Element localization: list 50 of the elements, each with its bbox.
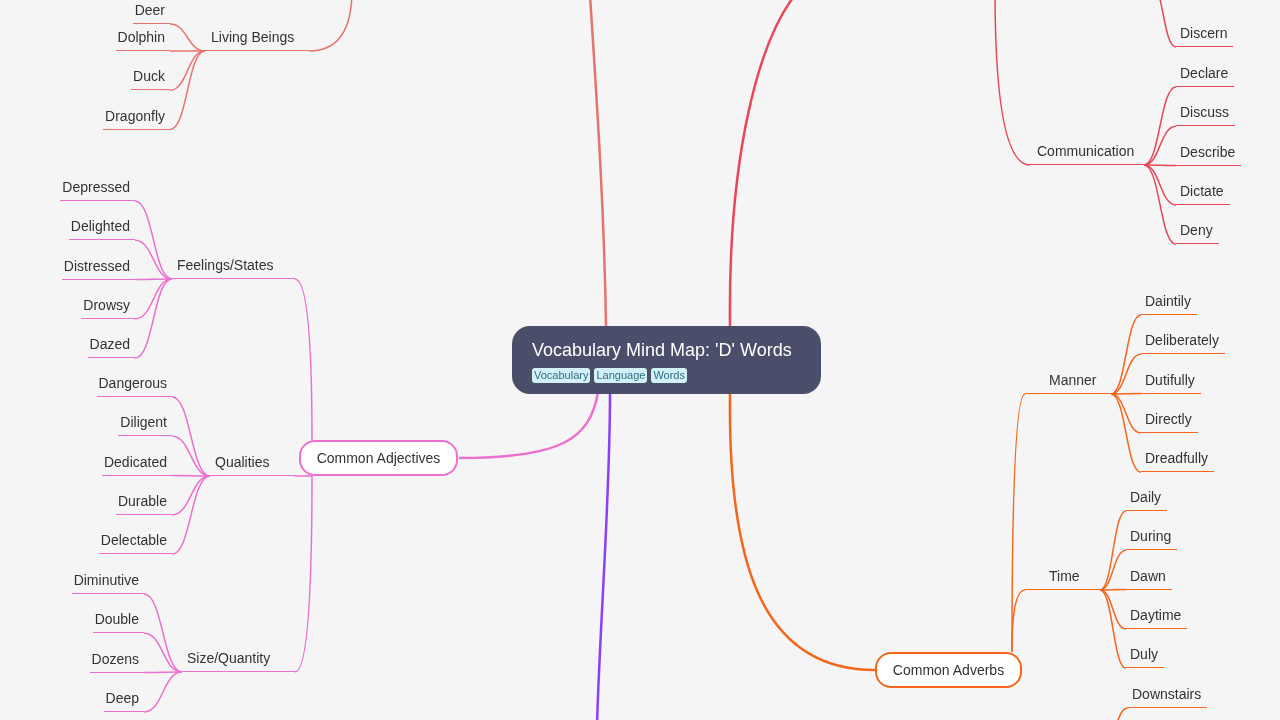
map-title: Vocabulary Mind Map: 'D' Words — [532, 338, 792, 362]
tag-label: Language — [594, 367, 648, 383]
leaf-topic[interactable]: Daily — [1126, 487, 1168, 511]
leaf-topic[interactable]: Diligent — [118, 412, 172, 437]
subtopic-label[interactable]: Manner — [1025, 370, 1111, 394]
subtopic-label[interactable]: Qualities — [210, 452, 295, 476]
leaf-topic[interactable]: Duly — [1126, 644, 1164, 669]
leaf-topic[interactable]: Distressed — [61, 255, 135, 280]
subtopic-label[interactable]: Communication — [1030, 141, 1144, 165]
leaf-topic[interactable]: Diminutive — [71, 570, 144, 594]
leaf-topic[interactable]: Discuss — [1176, 102, 1235, 127]
subtopic-label[interactable]: Time — [1025, 566, 1100, 590]
leaf-topic[interactable]: Dedicated — [101, 451, 172, 476]
leaf-topic[interactable]: Daintily — [1141, 291, 1197, 315]
leaf-topic[interactable]: Deep — [103, 687, 144, 712]
subtopic-label[interactable]: Living Beings — [205, 27, 309, 51]
leaf-topic[interactable]: Deny — [1176, 220, 1219, 245]
leaf-topic[interactable]: Delighted — [68, 216, 135, 241]
leaf-topic[interactable]: Double — [92, 609, 144, 634]
branch-topic[interactable]: Common Adverbs — [875, 652, 1022, 688]
leaf-topic[interactable]: Describe — [1176, 141, 1242, 166]
leaf-topic[interactable]: Daytime — [1126, 604, 1188, 629]
central-node[interactable]: Vocabulary Mind Map: 'D' Words Vocabulary Language Words — [512, 326, 821, 394]
leaf-topic[interactable]: Dazed — [87, 334, 135, 359]
leaf-topic[interactable]: Depressed — [60, 177, 135, 201]
leaf-topic[interactable]: Dragonfly — [103, 105, 170, 130]
leaf-topic[interactable]: Dreadfully — [1141, 448, 1215, 473]
branch-topic[interactable]: Common Adjectives — [299, 440, 458, 476]
leaf-topic[interactable]: Dictate — [1176, 180, 1230, 205]
leaf-topic[interactable]: Dutifully — [1141, 369, 1201, 394]
leaf-topic[interactable]: Deer — [132, 0, 170, 24]
subtopic-label[interactable]: Feelings/States — [172, 255, 295, 279]
leaf-topic[interactable]: Deliberately — [1141, 330, 1225, 355]
leaf-topic[interactable]: Durable — [115, 490, 172, 515]
leaf-topic[interactable]: Dangerous — [96, 373, 172, 397]
leaf-topic[interactable]: Delectable — [98, 530, 172, 555]
tag-label: Vocabulary — [532, 367, 591, 383]
leaf-topic[interactable]: Directly — [1141, 408, 1198, 433]
leaf-topic[interactable]: Declare — [1176, 63, 1235, 87]
leaf-topic[interactable]: Dolphin — [115, 27, 170, 51]
connector-line — [308, 0, 353, 52]
leaf-topic[interactable]: Downstairs — [1128, 684, 1208, 708]
leaf-topic[interactable]: Duck — [131, 66, 170, 91]
leaf-topic[interactable]: Dozens — [89, 648, 144, 673]
subtopic-label[interactable]: Size/Quantity — [182, 648, 295, 672]
leaf-topic[interactable]: Discern — [1176, 23, 1234, 47]
leaf-topic[interactable]: Drowsy — [81, 294, 135, 319]
leaf-topic[interactable]: Dawn — [1126, 565, 1172, 590]
leaf-topic[interactable]: During — [1126, 526, 1178, 551]
tag-label: Words — [651, 367, 687, 383]
